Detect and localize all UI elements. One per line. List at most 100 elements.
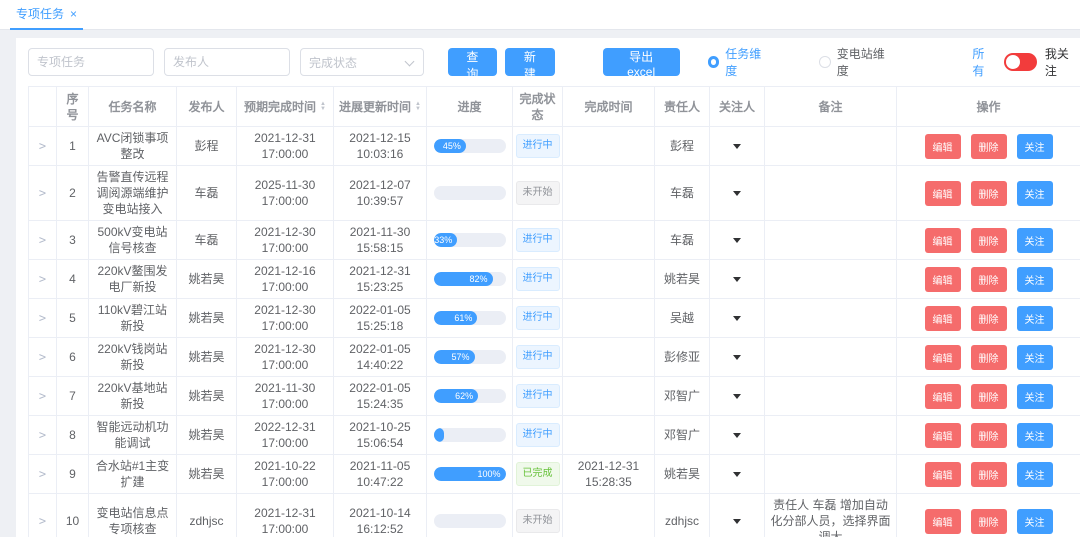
progress-fill: 61%	[434, 311, 478, 325]
follower-dropdown-icon[interactable]	[733, 191, 741, 196]
tasks-table: 序号 任务名称 发布人 预期完成时间 ▲▼ 进展更新时间 ▲▼ 进度 完成状态 …	[28, 86, 1080, 537]
row-no: 5	[57, 299, 89, 338]
remark: 责任人 车磊 增加自动化分部人员，选择界面调大	[765, 494, 897, 537]
create-button[interactable]: 新建	[505, 48, 555, 76]
delete-button[interactable]: 删除	[971, 134, 1007, 159]
follower-dropdown-icon[interactable]	[733, 355, 741, 360]
updated-time: 2022-01-05 14:40:22	[334, 338, 427, 377]
task-name: 220kV基地站新投	[89, 377, 177, 416]
expand-row-icon[interactable]: >	[39, 427, 46, 443]
query-button[interactable]: 查询	[448, 48, 498, 76]
expand-row-icon[interactable]: >	[39, 232, 46, 248]
publisher: 彭程	[177, 127, 237, 166]
follow-button[interactable]: 关注	[1017, 134, 1053, 159]
status-badge: 未开始	[516, 181, 560, 205]
export-excel-button[interactable]: 导出excel	[603, 48, 680, 76]
close-icon[interactable]: ×	[70, 7, 77, 21]
publisher: zdhjsc	[177, 494, 237, 537]
expected-time: 2021-12-31 17:00:00	[237, 127, 334, 166]
tab-bar: 专项任务 ×	[0, 0, 1080, 30]
edit-button[interactable]: 编辑	[925, 423, 961, 448]
publisher: 车磊	[177, 166, 237, 221]
progress-fill	[434, 428, 444, 442]
edit-button[interactable]: 编辑	[925, 181, 961, 206]
follower-dropdown-icon[interactable]	[733, 433, 741, 438]
delete-button[interactable]: 删除	[971, 306, 1007, 331]
follower-dropdown-icon[interactable]	[733, 394, 741, 399]
row-actions: 编辑 删除 关注	[897, 299, 1080, 338]
delete-button[interactable]: 删除	[971, 384, 1007, 409]
table-row: > 7 220kV基地站新投 姚若昊 2021-11-30 17:00:00 2…	[29, 377, 1080, 416]
delete-button[interactable]: 删除	[971, 462, 1007, 487]
owner: 邓智广	[655, 377, 710, 416]
expand-row-icon[interactable]: >	[39, 513, 46, 529]
radio-task-dimension[interactable]: 任务维度	[708, 45, 772, 79]
follower-dropdown-icon[interactable]	[733, 277, 741, 282]
edit-button[interactable]: 编辑	[925, 267, 961, 292]
expand-row-icon[interactable]: >	[39, 349, 46, 365]
delete-button[interactable]: 删除	[971, 345, 1007, 370]
done-time	[563, 416, 655, 455]
owner: 姚若昊	[655, 260, 710, 299]
task-name-input[interactable]	[28, 48, 154, 76]
expand-row-icon[interactable]: >	[39, 388, 46, 404]
sort-icon[interactable]: ▲▼	[415, 102, 421, 112]
row-no: 8	[57, 416, 89, 455]
table-row: > 10 变电站信息点专项核查 zdhjsc 2021-12-31 17:00:…	[29, 494, 1080, 537]
follow-button[interactable]: 关注	[1017, 345, 1053, 370]
tab-special-tasks[interactable]: 专项任务 ×	[10, 0, 83, 30]
delete-button[interactable]: 删除	[971, 423, 1007, 448]
follow-button[interactable]: 关注	[1017, 462, 1053, 487]
delete-button[interactable]: 删除	[971, 509, 1007, 534]
status-badge: 进行中	[516, 228, 560, 252]
expand-row-icon[interactable]: >	[39, 271, 46, 287]
delete-button[interactable]: 删除	[971, 267, 1007, 292]
edit-button[interactable]: 编辑	[925, 509, 961, 534]
status-select-placeholder: 完成状态	[309, 54, 357, 71]
header-actions: 操作	[897, 87, 1080, 127]
status-select[interactable]: 完成状态	[300, 48, 424, 76]
follow-button[interactable]: 关注	[1017, 267, 1053, 292]
follow-button[interactable]: 关注	[1017, 384, 1053, 409]
expand-row-icon[interactable]: >	[39, 138, 46, 154]
edit-button[interactable]: 编辑	[925, 306, 961, 331]
radio-station-dimension[interactable]: 变电站维度	[819, 45, 894, 79]
expected-time: 2021-12-31 17:00:00	[237, 494, 334, 537]
expand-row-icon[interactable]: >	[39, 185, 46, 201]
progress-fill: 62%	[434, 389, 479, 403]
header-no: 序号	[57, 87, 89, 127]
follower-dropdown-icon[interactable]	[733, 316, 741, 321]
progress-cell: 45%	[427, 127, 513, 166]
edit-button[interactable]: 编辑	[925, 462, 961, 487]
follow-button[interactable]: 关注	[1017, 306, 1053, 331]
sort-icon[interactable]: ▲▼	[320, 102, 326, 112]
expand-row-icon[interactable]: >	[39, 466, 46, 482]
follow-button[interactable]: 关注	[1017, 423, 1053, 448]
header-updated-time[interactable]: 进展更新时间 ▲▼	[334, 87, 427, 127]
done-time	[563, 494, 655, 537]
edit-button[interactable]: 编辑	[925, 134, 961, 159]
follower-dropdown-icon[interactable]	[733, 472, 741, 477]
row-no: 6	[57, 338, 89, 377]
table-row: > 4 220kV鳌围发电厂新投 姚若昊 2021-12-16 17:00:00…	[29, 260, 1080, 299]
owner: zdhjsc	[655, 494, 710, 537]
publisher: 姚若昊	[177, 260, 237, 299]
row-actions: 编辑 删除 关注	[897, 127, 1080, 166]
follower-dropdown-icon[interactable]	[733, 144, 741, 149]
expand-row-icon[interactable]: >	[39, 310, 46, 326]
publisher-input[interactable]	[164, 48, 290, 76]
edit-button[interactable]: 编辑	[925, 228, 961, 253]
follow-button[interactable]: 关注	[1017, 228, 1053, 253]
delete-button[interactable]: 删除	[971, 181, 1007, 206]
follow-toggle[interactable]	[1004, 53, 1037, 71]
delete-button[interactable]: 删除	[971, 228, 1007, 253]
header-expected-time[interactable]: 预期完成时间 ▲▼	[237, 87, 334, 127]
header-expected-label: 预期完成时间	[244, 99, 316, 115]
owner: 彭修亚	[655, 338, 710, 377]
edit-button[interactable]: 编辑	[925, 384, 961, 409]
follow-button[interactable]: 关注	[1017, 181, 1053, 206]
follower-dropdown-icon[interactable]	[733, 238, 741, 243]
edit-button[interactable]: 编辑	[925, 345, 961, 370]
follower-dropdown-icon[interactable]	[733, 519, 741, 524]
follow-button[interactable]: 关注	[1017, 509, 1053, 534]
